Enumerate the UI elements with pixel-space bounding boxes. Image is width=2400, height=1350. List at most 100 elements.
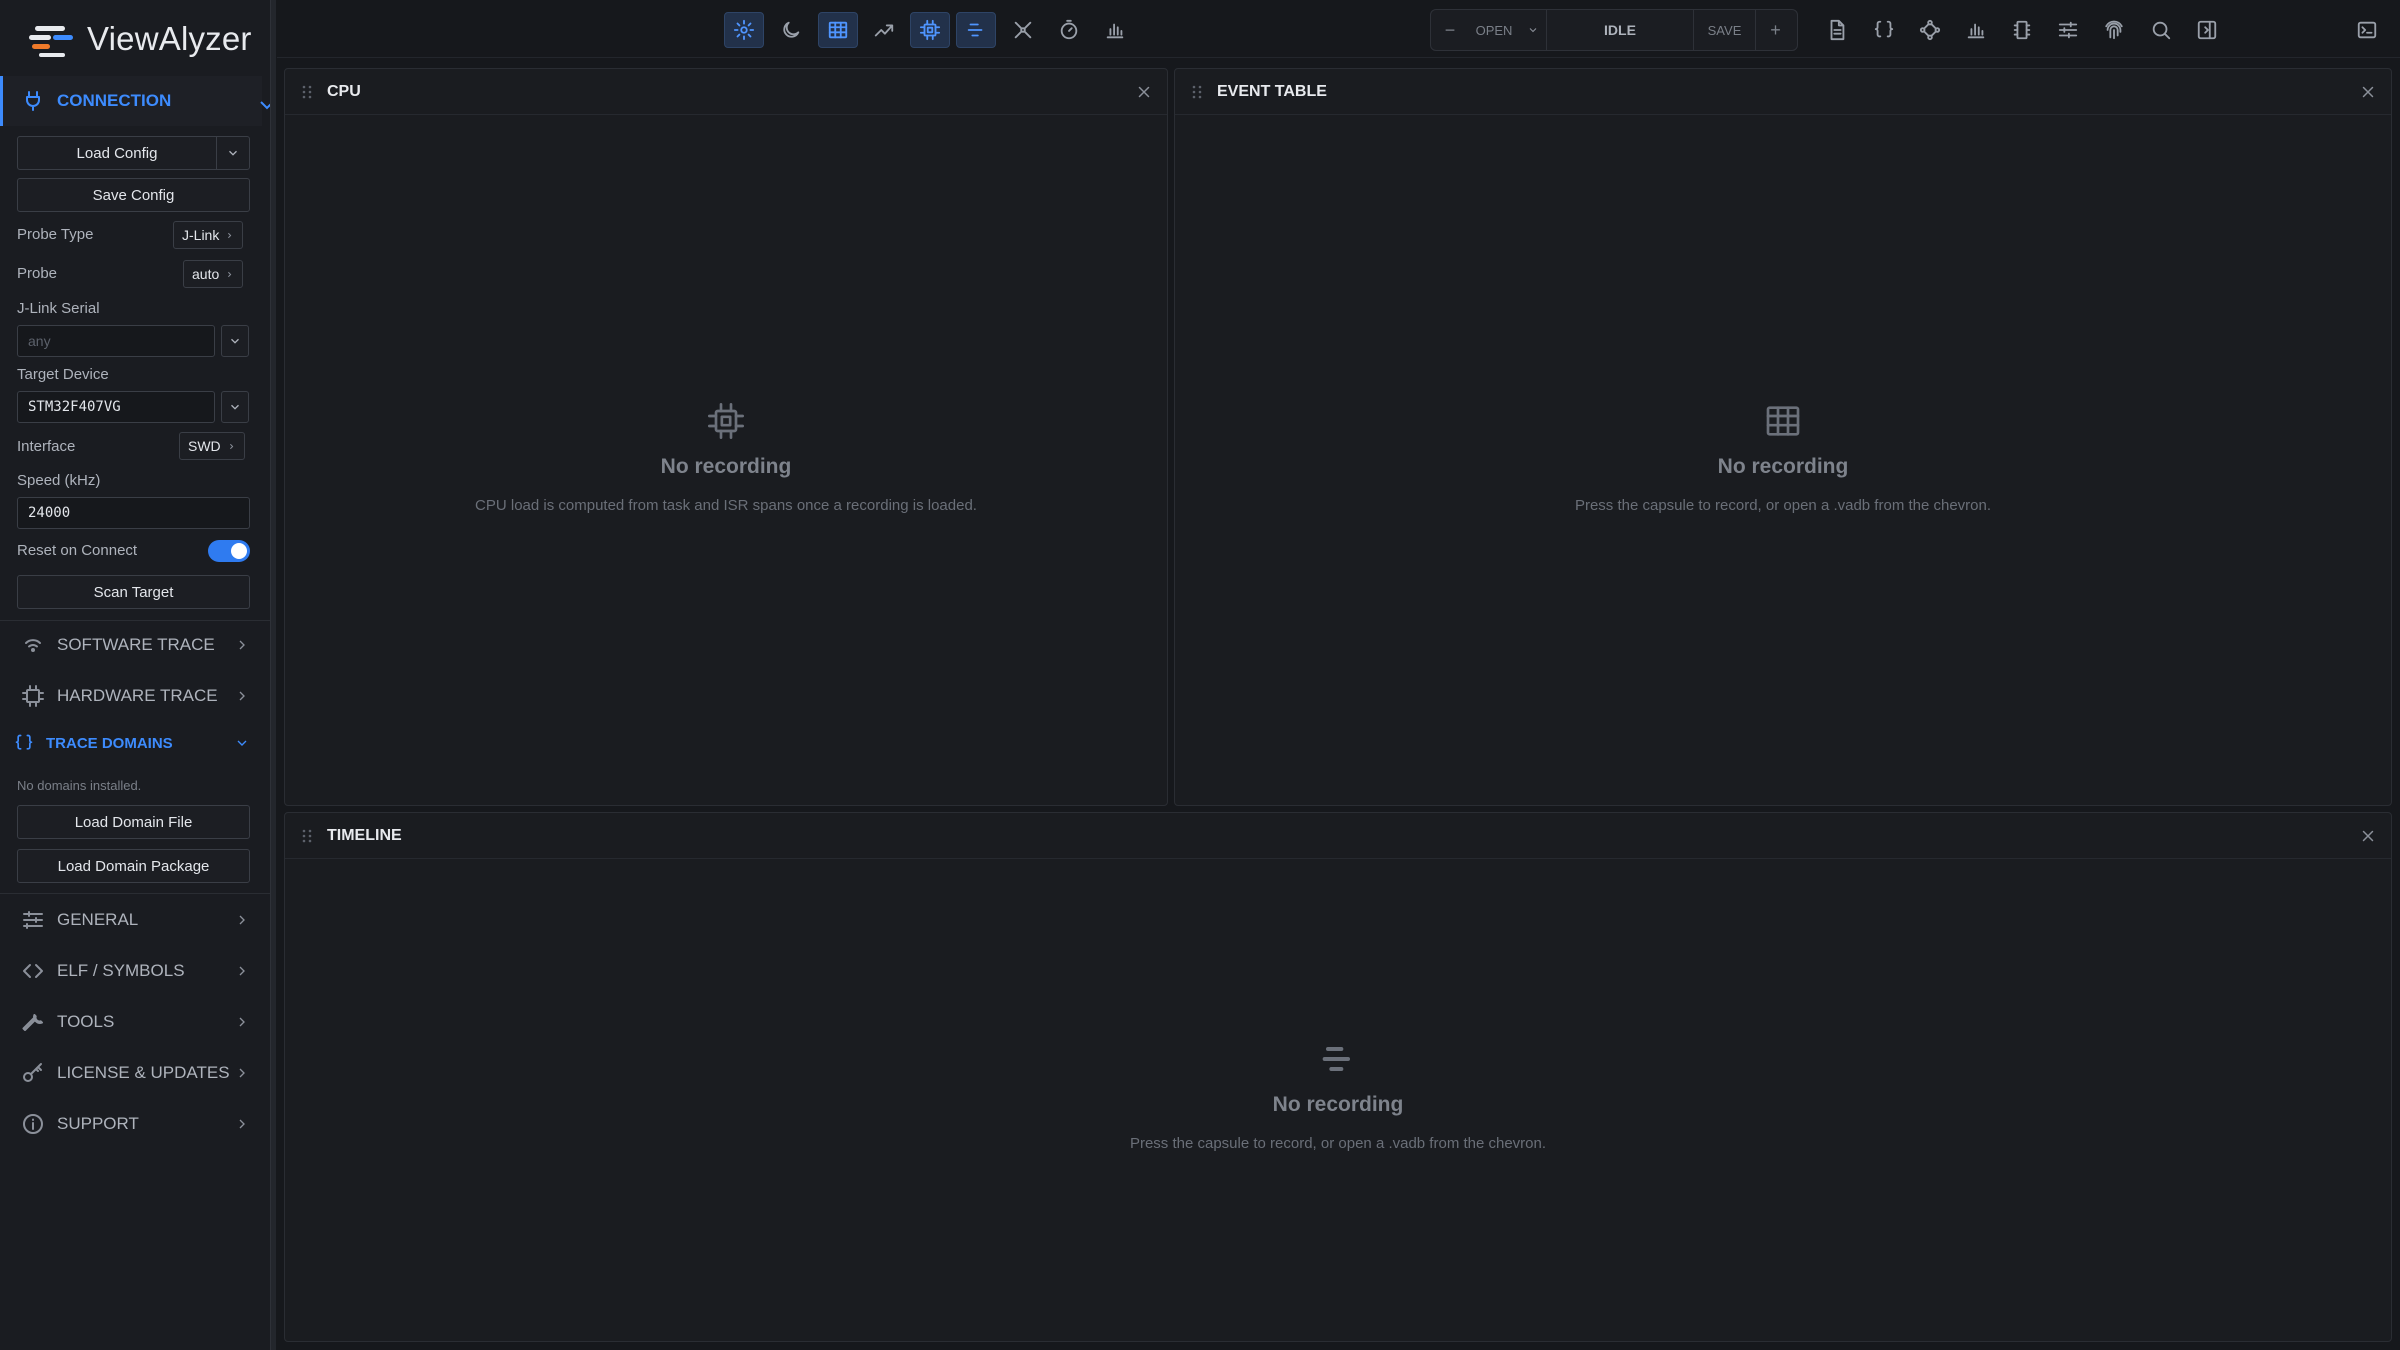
chevron-right-icon xyxy=(234,1065,250,1081)
probe-select[interactable]: auto xyxy=(183,260,244,288)
theme-button[interactable] xyxy=(771,12,811,48)
event-table-view-button[interactable] xyxy=(818,12,858,48)
interface-value: SWD xyxy=(188,438,221,454)
jlink-serial-dropdown[interactable] xyxy=(221,325,249,357)
section-tools[interactable]: TOOLS xyxy=(0,997,262,1047)
settings-button[interactable] xyxy=(724,12,764,48)
timeline-view-button[interactable] xyxy=(956,12,996,48)
panel-header[interactable]: EVENT TABLE xyxy=(1175,69,2391,115)
section-license-updates[interactable]: LICENSE & UPDATES xyxy=(0,1048,262,1098)
probe-type-value: J-Link xyxy=(182,227,220,243)
terminal-button[interactable] xyxy=(2347,12,2387,48)
load-domain-package-button[interactable]: Load Domain Package xyxy=(17,849,250,883)
load-domain-file-button[interactable]: Load Domain File xyxy=(17,805,250,839)
load-config-dropdown[interactable] xyxy=(216,136,250,170)
trend-view-button[interactable] xyxy=(864,12,904,48)
chevron-down-icon xyxy=(226,146,240,160)
info-icon xyxy=(21,1112,45,1136)
close-icon[interactable] xyxy=(2359,827,2377,845)
search-icon xyxy=(2150,19,2172,41)
recording-capsule[interactable]: − OPEN IDLE SAVE + xyxy=(1430,9,1798,51)
capsule-save-button[interactable]: SAVE xyxy=(1693,10,1755,50)
drag-handle-icon[interactable] xyxy=(301,84,313,100)
load-config-button[interactable]: Load Config xyxy=(17,136,217,170)
stats-view-button[interactable] xyxy=(1095,12,1135,48)
reset-on-connect-toggle[interactable] xyxy=(208,540,250,562)
timeline-icon xyxy=(965,19,987,41)
report-button[interactable] xyxy=(1817,12,1857,48)
cpu-view-button[interactable] xyxy=(910,12,950,48)
section-general[interactable]: GENERAL xyxy=(0,895,262,945)
jlink-serial-label: J-Link Serial xyxy=(17,300,100,317)
toolbar: − OPEN IDLE SAVE + xyxy=(277,0,2400,58)
statistics-button[interactable] xyxy=(1956,12,1996,48)
table-icon xyxy=(1763,401,1803,441)
save-config-button[interactable]: Save Config xyxy=(17,178,250,212)
wrench-icon xyxy=(21,1010,45,1034)
logo-icon xyxy=(29,21,77,57)
target-device-input[interactable]: STM32F407VG xyxy=(17,391,215,423)
section-label: GENERAL xyxy=(57,910,139,929)
section-elf-symbols[interactable]: ELF / SYMBOLS xyxy=(0,946,262,996)
interface-select[interactable]: SWD xyxy=(179,432,245,460)
panel-title: CPU xyxy=(327,82,361,100)
panel-header[interactable]: CPU xyxy=(285,69,1167,115)
probe-label: Probe xyxy=(17,265,58,282)
chevron-right-icon xyxy=(234,963,250,979)
target-device-label: Target Device xyxy=(17,366,109,383)
section-hardware-trace[interactable]: HARDWARE TRACE xyxy=(0,671,262,721)
memory-button[interactable] xyxy=(2002,12,2042,48)
chip-icon xyxy=(21,684,45,708)
section-connection[interactable]: CONNECTION xyxy=(0,76,274,126)
timeline-icon xyxy=(1318,1039,1358,1079)
reset-on-connect-label: Reset on Connect xyxy=(17,542,138,559)
scan-target-button[interactable]: Scan Target xyxy=(17,575,250,609)
sidebar: ViewAlyzer CONNECTION Load Config Save C… xyxy=(0,0,274,1350)
section-support[interactable]: SUPPORT xyxy=(0,1099,262,1149)
settings-icon xyxy=(733,19,755,41)
wifi-icon xyxy=(21,633,45,657)
chevron-down-icon xyxy=(228,400,242,414)
panel-title: EVENT TABLE xyxy=(1217,82,1327,100)
graph-view-button[interactable] xyxy=(1003,12,1043,48)
probe-type-select[interactable]: J-Link xyxy=(173,221,244,249)
filters-button[interactable] xyxy=(2048,12,2088,48)
braces-icon xyxy=(14,733,34,753)
target-device-dropdown[interactable] xyxy=(221,391,249,423)
capsule-minus-button[interactable]: − xyxy=(1431,10,1469,50)
capsule-open-button[interactable]: OPEN xyxy=(1469,10,1519,50)
stopwatch-view-button[interactable] xyxy=(1049,12,1089,48)
domains-button[interactable] xyxy=(1864,12,1904,48)
section-trace-domains[interactable]: TRACE DOMAINS xyxy=(0,718,262,768)
section-software-trace[interactable]: SOFTWARE TRACE xyxy=(0,620,262,670)
capsule-plus-button[interactable]: + xyxy=(1755,10,1795,50)
capsule-status[interactable]: IDLE xyxy=(1547,10,1693,50)
nodes-button[interactable] xyxy=(1910,12,1950,48)
section-label: SUPPORT xyxy=(57,1114,139,1133)
close-icon[interactable] xyxy=(1135,83,1153,101)
drag-handle-icon[interactable] xyxy=(301,828,313,844)
panel-toggle-button[interactable] xyxy=(2187,12,2227,48)
drag-handle-icon[interactable] xyxy=(1191,84,1203,100)
fingerprint-button[interactable] xyxy=(2094,12,2134,48)
document-icon xyxy=(1826,19,1848,41)
fingerprint-icon xyxy=(2103,19,2125,41)
close-icon[interactable] xyxy=(2359,83,2377,101)
speed-label: Speed (kHz) xyxy=(17,472,101,489)
speed-input[interactable]: 24000 xyxy=(17,497,250,529)
chip-icon xyxy=(2011,19,2033,41)
chevron-right-icon xyxy=(225,270,234,279)
chevron-right-icon xyxy=(234,912,250,928)
table-icon xyxy=(827,19,849,41)
jlink-serial-input[interactable]: any xyxy=(17,325,215,357)
empty-state: No recording Press the capsule to record… xyxy=(285,1039,2391,1152)
sliders-icon xyxy=(2057,19,2079,41)
capsule-open-chevron[interactable] xyxy=(1519,10,1547,50)
search-button[interactable] xyxy=(2141,12,2181,48)
terminal-icon xyxy=(2356,19,2378,41)
empty-state: No recording CPU load is computed from t… xyxy=(285,401,1167,514)
panel-header[interactable]: TIMELINE xyxy=(285,813,2391,859)
section-label: CONNECTION xyxy=(57,91,172,110)
sidebar-resize-handle[interactable] xyxy=(270,0,276,1350)
chevron-right-icon xyxy=(225,231,234,240)
